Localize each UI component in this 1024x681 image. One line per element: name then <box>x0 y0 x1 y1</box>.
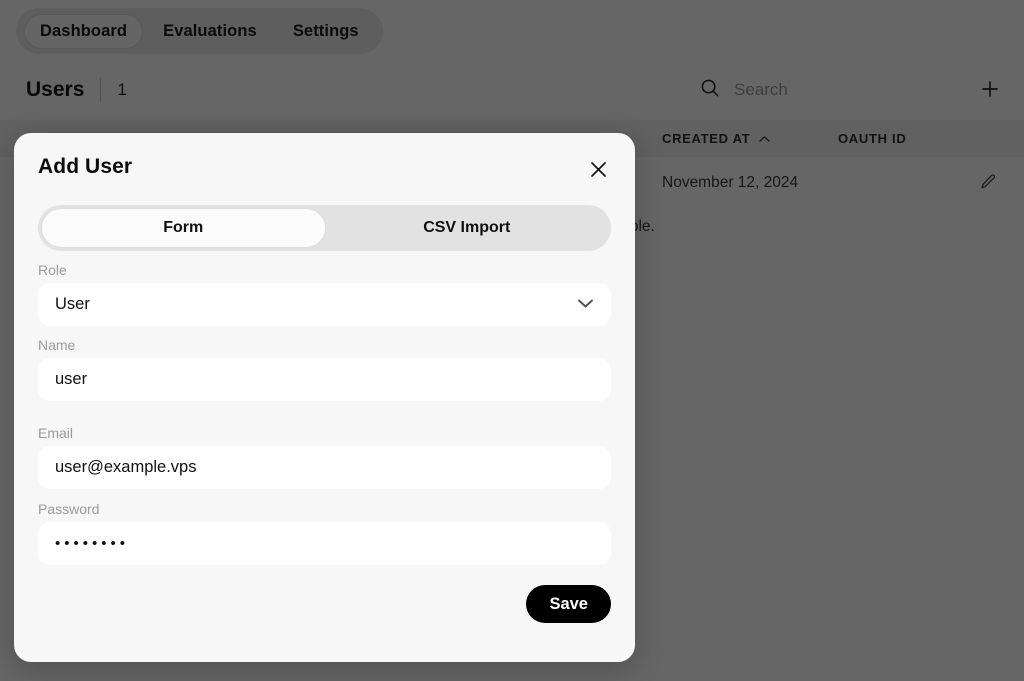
field-password-label: Password <box>38 501 100 517</box>
save-button[interactable]: Save <box>526 585 611 623</box>
password-input[interactable]: •••••••• <box>38 522 611 565</box>
name-input[interactable] <box>38 358 611 401</box>
field-name: Name <box>38 337 611 401</box>
password-masked-value: •••••••• <box>55 535 130 552</box>
modal-footer: Save <box>38 585 611 623</box>
modal-title: Add User <box>38 155 133 178</box>
modal-header: Add User <box>38 155 611 195</box>
role-select-value: User <box>55 295 90 313</box>
email-input[interactable] <box>38 446 611 489</box>
chevron-down-icon <box>577 295 594 314</box>
app-root: Dashboard Evaluations Settings Users 1 <box>0 0 1024 681</box>
field-password: Password •••••••• <box>38 501 611 565</box>
field-role-label: Role <box>38 262 67 278</box>
tab-form-label: Form <box>163 219 204 236</box>
modal-tabs: Form CSV Import <box>38 205 611 251</box>
field-email: Email <box>38 425 611 489</box>
role-select[interactable]: User <box>38 283 611 326</box>
tab-form[interactable]: Form <box>41 208 326 248</box>
add-user-modal: Add User Form CSV Import Role User Name … <box>14 133 635 662</box>
tab-csv-import-label: CSV Import <box>423 219 511 236</box>
field-name-label: Name <box>38 337 76 353</box>
close-icon <box>590 161 607 181</box>
tab-csv-import[interactable]: CSV Import <box>326 208 609 248</box>
field-role: Role User <box>38 262 611 326</box>
close-button[interactable] <box>585 158 611 184</box>
field-email-label: Email <box>38 425 74 441</box>
